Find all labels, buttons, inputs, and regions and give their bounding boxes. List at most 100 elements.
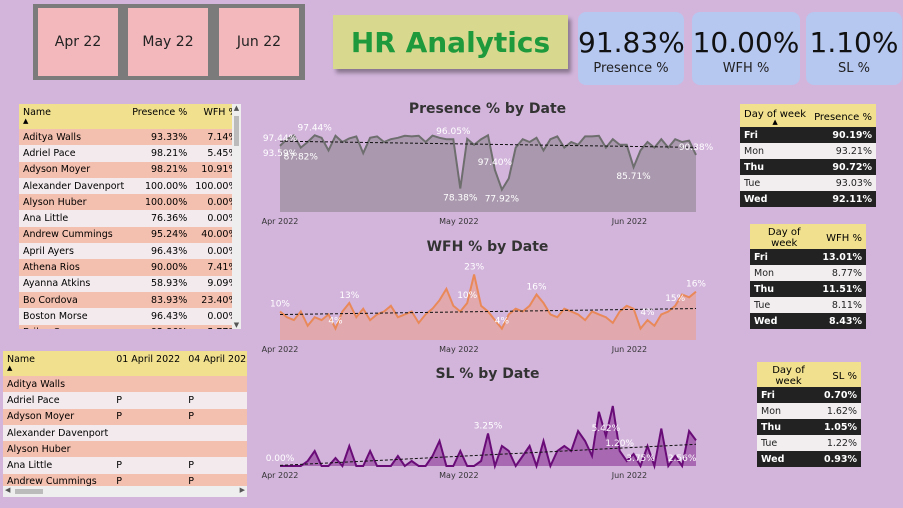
table-row[interactable]: Alexander Davenport bbox=[3, 424, 247, 442]
table-row[interactable]: Fri 0.70% bbox=[757, 387, 861, 403]
col-date-1[interactable]: 01 April 2022 bbox=[112, 351, 185, 376]
col-dow[interactable]: Day of week bbox=[757, 362, 821, 387]
data-label: 4% bbox=[495, 317, 510, 327]
table-row[interactable]: Aditya Walls 93.33% 7.14% bbox=[19, 129, 241, 146]
table-row[interactable]: Tue 93.03% bbox=[740, 175, 876, 191]
table-row[interactable]: Athena Rios 90.00% 7.41% bbox=[19, 259, 241, 276]
x-tick-label: May 2022 bbox=[439, 471, 478, 480]
col-date-2[interactable]: 04 April 2022 bbox=[184, 351, 247, 376]
dow-value-cell: 1.05% bbox=[820, 419, 861, 435]
att-date1-cell: P bbox=[112, 392, 185, 409]
table-row[interactable]: Briley Orr92.86%5.77% bbox=[19, 324, 241, 329]
table-row[interactable]: Adriel Pace 98.21% 5.45% bbox=[19, 145, 241, 162]
scroll-left-icon[interactable]: ◀ bbox=[5, 486, 10, 494]
table-row[interactable]: Adyson Moyer 98.21% 10.91% bbox=[19, 161, 241, 178]
emp-presence-cell: 100.00% bbox=[128, 177, 192, 195]
table-row[interactable]: Fri 13.01% bbox=[750, 249, 866, 265]
table-row[interactable]: Ana Little 76.36% 0.00% bbox=[19, 210, 241, 227]
data-label: 10% bbox=[270, 300, 290, 310]
emp-name-cell: Boston Morse bbox=[19, 308, 129, 325]
att-name-cell: Aditya Walls bbox=[3, 376, 113, 393]
att-date2-cell bbox=[184, 376, 247, 393]
x-tick-label: May 2022 bbox=[439, 217, 478, 226]
dow-day-cell: Mon bbox=[740, 143, 811, 159]
data-label: 0.00% bbox=[266, 454, 295, 464]
dow-day-cell: Thu bbox=[750, 281, 819, 297]
table-row[interactable]: Thu 11.51% bbox=[750, 281, 866, 297]
table-row[interactable]: Tue 1.22% bbox=[757, 435, 861, 451]
table-row[interactable]: Boston Morse 96.43% 0.00% bbox=[19, 308, 241, 325]
series-area bbox=[280, 274, 696, 340]
dow-day-cell: Fri bbox=[750, 249, 819, 265]
dow-value-cell: 8.77% bbox=[818, 265, 866, 281]
dow-day-cell: Tue bbox=[757, 435, 821, 451]
emp-name-cell: Briley Orr bbox=[19, 324, 129, 329]
scroll-down-icon[interactable]: ▼ bbox=[232, 321, 241, 329]
dow-value-cell: 13.01% bbox=[818, 249, 866, 265]
dashboard-title: HR Analytics bbox=[333, 15, 568, 69]
emp-presence-cell: 96.43% bbox=[128, 243, 192, 260]
data-label: 1.20% bbox=[605, 439, 634, 449]
emp-presence-cell: 95.24% bbox=[128, 226, 192, 244]
slicer-apr-22[interactable]: Apr 22 bbox=[38, 8, 118, 76]
table-row[interactable]: Bo Cordova 83.93% 23.40% bbox=[19, 291, 241, 309]
table-row[interactable]: Adyson Moyer P P bbox=[3, 408, 247, 425]
emp-name-cell: Adyson Moyer bbox=[19, 161, 129, 178]
col-dow-presence[interactable]: Presence % bbox=[810, 104, 876, 127]
table-row[interactable]: Mon 8.77% bbox=[750, 265, 866, 281]
att-date1-cell: P bbox=[112, 457, 185, 474]
kpi-wfh: 10.00% WFH % bbox=[692, 12, 800, 85]
emp-presence-cell: 98.21% bbox=[128, 145, 192, 162]
kpi-wfh-value: 10.00% bbox=[692, 26, 800, 59]
table-row[interactable]: Aditya Walls bbox=[3, 376, 247, 393]
emp-presence-cell: 98.21% bbox=[128, 161, 192, 178]
table-row[interactable]: April Ayers 96.43% 0.00% bbox=[19, 243, 241, 260]
dow-value-cell: 0.93% bbox=[820, 451, 861, 467]
col-dow[interactable]: Day of week ▲ bbox=[740, 104, 811, 127]
col-att-name[interactable]: Name ▲ bbox=[3, 351, 113, 376]
hscroll-thumb[interactable] bbox=[15, 489, 43, 494]
dow-presence-table: Day of week ▲ Presence % Fri 90.19% Mon 93.2… bbox=[740, 104, 876, 207]
table-row[interactable]: Ana Little P P bbox=[3, 457, 247, 474]
slicer-may-22[interactable]: May 22 bbox=[128, 8, 208, 76]
scroll-up-icon[interactable]: ▲ bbox=[232, 104, 241, 112]
table-row[interactable]: Mon 93.21% bbox=[740, 143, 876, 159]
employee-table-scrollbar[interactable]: ▲ ▼ bbox=[232, 104, 241, 329]
table-row[interactable]: Tue 8.11% bbox=[750, 297, 866, 313]
col-name[interactable]: Name ▲ bbox=[19, 104, 129, 129]
table-row[interactable]: Thu 90.72% bbox=[740, 159, 876, 175]
dow-day-cell: Mon bbox=[750, 265, 819, 281]
dow-day-cell: Wed bbox=[740, 191, 811, 207]
table-row[interactable]: Wed 8.43% bbox=[750, 313, 866, 329]
data-label: 77.92% bbox=[485, 195, 520, 205]
table-row[interactable]: Fri 90.19% bbox=[740, 127, 876, 143]
table-row[interactable]: Alyson Huber bbox=[3, 441, 247, 458]
col-dow-wfh[interactable]: WFH % bbox=[818, 224, 866, 249]
slicer-jun-22[interactable]: Jun 22 bbox=[219, 8, 299, 76]
table-row[interactable]: Adriel Pace P P bbox=[3, 392, 247, 409]
emp-presence-cell: 93.33% bbox=[128, 129, 192, 146]
kpi-sl: 1.10% SL % bbox=[806, 12, 902, 85]
att-date2-cell bbox=[184, 424, 247, 442]
scroll-right-icon[interactable]: ▶ bbox=[240, 486, 245, 494]
col-dow-sl[interactable]: SL % bbox=[820, 362, 861, 387]
table-row[interactable]: Wed 92.11% bbox=[740, 191, 876, 207]
table-row[interactable]: Alyson Huber 100.00% 0.00% bbox=[19, 194, 241, 211]
attendance-hscrollbar[interactable]: ◀ ▶ bbox=[3, 486, 247, 497]
dow-value-cell: 0.70% bbox=[820, 387, 861, 403]
x-tick-label: Jun 2022 bbox=[611, 217, 647, 226]
table-row[interactable]: Ayanna Atkins 58.93% 9.09% bbox=[19, 275, 241, 292]
dow-sl-table: Day of week SL % Fri 0.70% Mon 1.62% Thu 1.05… bbox=[757, 362, 861, 467]
table-row[interactable]: Alexander Davenport 100.00% 100.00% bbox=[19, 177, 241, 195]
table-row[interactable]: Thu 1.05% bbox=[757, 419, 861, 435]
emp-presence-cell: 58.93% bbox=[128, 275, 192, 292]
table-row[interactable]: Mon 1.62% bbox=[757, 403, 861, 419]
scroll-thumb[interactable] bbox=[234, 116, 239, 146]
col-dow[interactable]: Day of week bbox=[750, 224, 819, 249]
col-presence[interactable]: Presence % bbox=[128, 104, 192, 129]
x-tick-label: Jun 2022 bbox=[611, 345, 647, 354]
x-tick-label: Jun 2022 bbox=[611, 471, 647, 480]
table-row[interactable]: Andrew Cummings 95.24% 40.00% bbox=[19, 226, 241, 244]
emp-presence-cell: 100.00% bbox=[128, 194, 192, 211]
table-row[interactable]: Wed 0.93% bbox=[757, 451, 861, 467]
